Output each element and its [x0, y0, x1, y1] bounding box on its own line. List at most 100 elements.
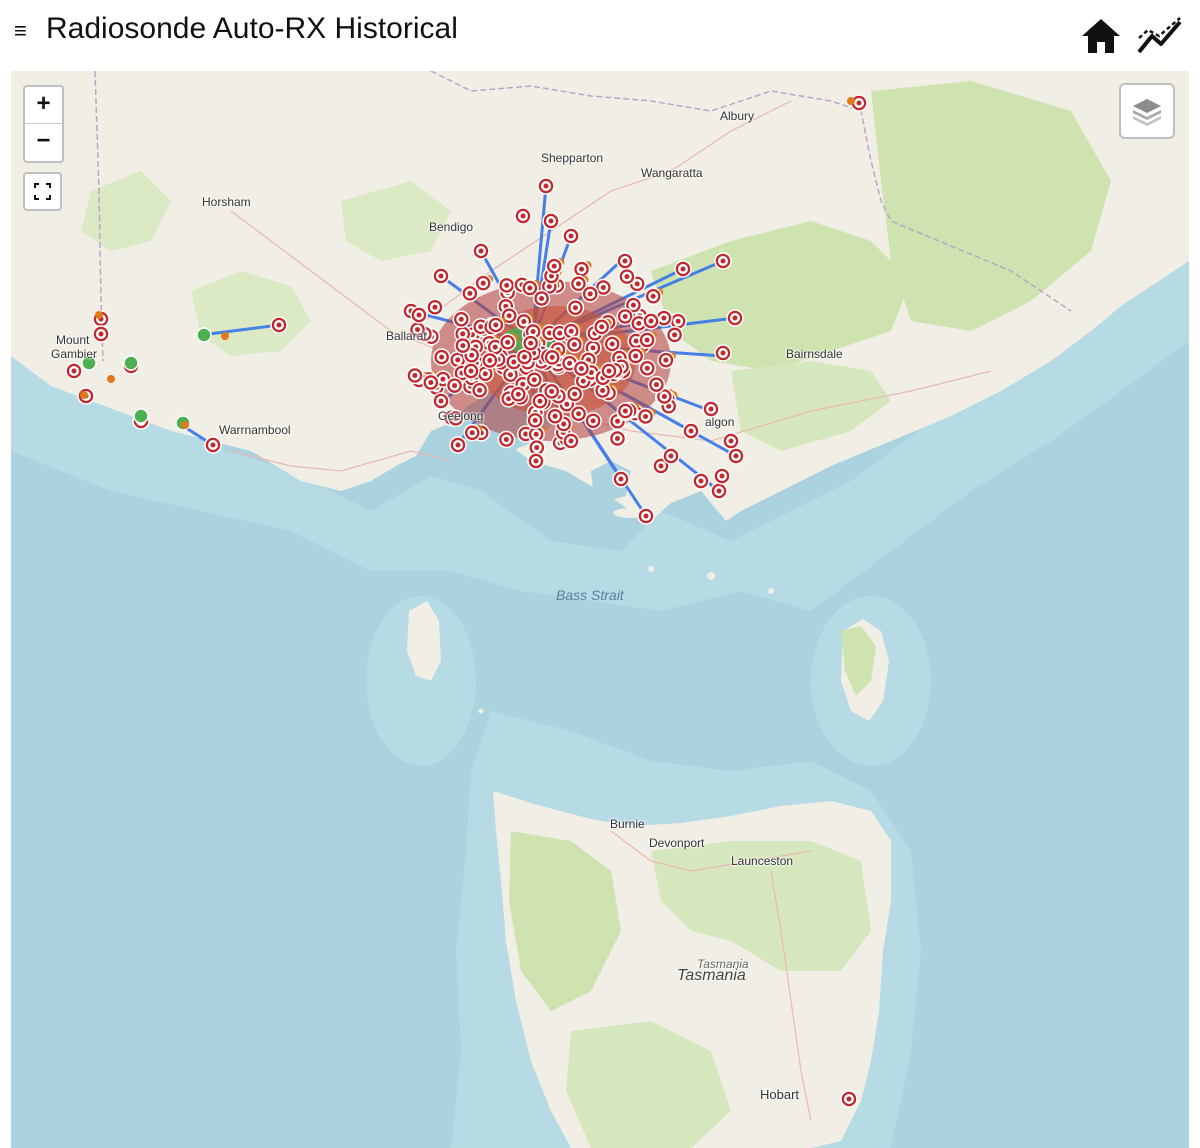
landing-marker[interactable]: [616, 402, 635, 420]
landing-marker[interactable]: [636, 407, 655, 426]
fullscreen-button[interactable]: [23, 172, 62, 211]
landing-marker[interactable]: [566, 298, 585, 317]
landing-marker[interactable]: [462, 362, 480, 380]
landing-marker[interactable]: [92, 325, 110, 343]
landing-marker[interactable]: [581, 285, 599, 303]
landing-marker[interactable]: [470, 381, 489, 399]
landing-marker[interactable]: [432, 348, 451, 366]
launch-marker[interactable]: [196, 327, 212, 343]
landing-marker[interactable]: [525, 370, 544, 389]
landing-marker[interactable]: [474, 274, 492, 292]
landing-marker[interactable]: [642, 312, 660, 330]
city-label-mount: Mount: [56, 333, 90, 347]
landing-marker[interactable]: [497, 276, 516, 295]
landing-marker[interactable]: [406, 366, 424, 385]
launch-marker[interactable]: [123, 355, 139, 371]
landing-marker[interactable]: [426, 298, 444, 316]
landing-marker[interactable]: [638, 359, 657, 378]
landing-marker[interactable]: [422, 373, 440, 392]
landing-marker[interactable]: [521, 334, 540, 352]
landing-marker[interactable]: [461, 284, 479, 303]
zoom-control: + −: [23, 85, 64, 163]
landing-marker[interactable]: [727, 447, 745, 465]
landing-marker[interactable]: [647, 375, 666, 394]
landing-marker[interactable]: [840, 1090, 858, 1108]
burst-marker[interactable]: [95, 311, 103, 319]
line-chart-icon[interactable]: [1136, 16, 1182, 56]
landing-marker[interactable]: [463, 423, 482, 442]
burst-marker[interactable]: [181, 421, 189, 429]
landing-marker[interactable]: [674, 260, 692, 278]
landing-marker[interactable]: [526, 411, 544, 430]
landing-marker[interactable]: [432, 267, 450, 285]
landing-marker[interactable]: [543, 348, 561, 367]
hamburger-menu-icon[interactable]: ≡: [14, 20, 27, 42]
landing-marker[interactable]: [527, 452, 545, 470]
landing-marker[interactable]: [637, 507, 655, 525]
landing-marker[interactable]: [449, 436, 467, 454]
landing-marker[interactable]: [542, 212, 560, 230]
landing-marker[interactable]: [65, 362, 83, 380]
landing-marker[interactable]: [665, 326, 684, 344]
landing-marker[interactable]: [618, 267, 636, 286]
landing-marker[interactable]: [497, 430, 516, 449]
landing-marker[interactable]: [726, 309, 744, 327]
landing-marker[interactable]: [546, 407, 564, 425]
landing-marker[interactable]: [204, 436, 222, 454]
city-label-wangaratta: Wangaratta: [641, 166, 703, 180]
landing-marker[interactable]: [562, 432, 580, 450]
landing-marker[interactable]: [572, 260, 591, 278]
landing-marker[interactable]: [616, 252, 634, 270]
burst-marker[interactable]: [107, 375, 115, 383]
landing-marker[interactable]: [722, 432, 740, 450]
landing-marker[interactable]: [472, 242, 490, 260]
landing-marker[interactable]: [454, 336, 472, 355]
landing-marker[interactable]: [565, 385, 584, 403]
landing-marker[interactable]: [545, 257, 563, 275]
landing-marker[interactable]: [662, 447, 680, 465]
landing-marker[interactable]: [410, 306, 428, 324]
map-view[interactable]: + − Albury Shepparton Wangaratta Horsham…: [11, 71, 1189, 1148]
zoom-in-button[interactable]: +: [25, 87, 62, 123]
landing-marker[interactable]: [638, 331, 656, 349]
landing-marker[interactable]: [682, 422, 700, 440]
landing-marker[interactable]: [532, 289, 551, 308]
landing-marker[interactable]: [514, 207, 532, 225]
landing-marker[interactable]: [714, 344, 732, 362]
launch-marker[interactable]: [133, 408, 149, 424]
landing-marker[interactable]: [445, 376, 464, 395]
landing-marker[interactable]: [542, 382, 561, 401]
landing-marker[interactable]: [270, 316, 288, 334]
landing-marker[interactable]: [626, 347, 645, 365]
burst-marker[interactable]: [221, 332, 229, 340]
landing-marker[interactable]: [592, 318, 611, 336]
landing-marker[interactable]: [608, 429, 627, 448]
landing-marker[interactable]: [509, 385, 528, 404]
landing-marker[interactable]: [487, 316, 505, 334]
landing-marker[interactable]: [498, 333, 517, 352]
landing-marker[interactable]: [657, 351, 675, 369]
landing-marker[interactable]: [432, 392, 450, 410]
layers-button[interactable]: [1119, 83, 1175, 139]
landing-marker[interactable]: [692, 472, 710, 490]
landing-marker[interactable]: [565, 335, 584, 354]
landing-marker[interactable]: [600, 362, 618, 380]
landing-marker[interactable]: [537, 177, 555, 195]
landing-marker[interactable]: [481, 351, 499, 370]
burst-marker[interactable]: [80, 391, 88, 399]
landing-marker[interactable]: [710, 482, 728, 500]
landing-marker[interactable]: [452, 310, 471, 329]
landing-marker[interactable]: [584, 412, 602, 430]
landing-marker[interactable]: [713, 467, 731, 485]
landing-marker[interactable]: [569, 405, 588, 423]
city-label-gambier: Gambier: [51, 347, 98, 361]
landing-marker[interactable]: [612, 470, 630, 488]
burst-marker[interactable]: [847, 97, 855, 105]
landing-marker[interactable]: [644, 287, 662, 306]
landing-marker[interactable]: [572, 359, 591, 378]
city-label-devonport: Devonport: [649, 836, 705, 850]
home-icon[interactable]: [1080, 16, 1122, 56]
landing-marker[interactable]: [562, 227, 580, 245]
landing-marker[interactable]: [714, 252, 732, 270]
zoom-out-button[interactable]: −: [25, 123, 62, 160]
